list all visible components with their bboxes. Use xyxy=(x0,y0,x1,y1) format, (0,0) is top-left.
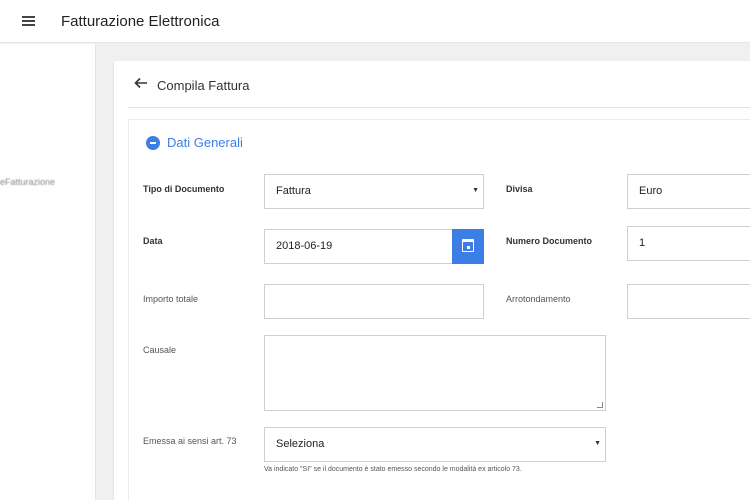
hamburger-menu-icon[interactable] xyxy=(21,13,37,29)
data-value: 2018-06-19 xyxy=(276,240,333,252)
tipo-documento-value: Fattura xyxy=(276,185,311,197)
tipo-documento-select[interactable]: Fattura ▼ xyxy=(264,174,484,209)
importo-totale-input[interactable] xyxy=(264,284,484,319)
resize-handle-icon[interactable] xyxy=(597,402,603,408)
arrotondamento-label: Arrotondamento xyxy=(506,294,571,304)
arrotondamento-input[interactable] xyxy=(627,284,750,319)
page-title: Compila Fattura xyxy=(157,78,250,93)
dropdown-caret-icon: ▼ xyxy=(594,440,601,447)
numero-documento-label: Numero Documento xyxy=(506,236,593,246)
emessa-label: Emessa ai sensi art. 73 xyxy=(143,436,237,446)
tipo-documento-label: Tipo di Documento xyxy=(143,184,225,194)
app-title: Fatturazione Elettronica xyxy=(61,13,220,30)
importo-totale-label: Importo totale xyxy=(143,294,199,304)
divisa-value: Euro xyxy=(639,185,663,197)
emessa-value: Seleziona xyxy=(276,438,325,450)
data-label: Data xyxy=(143,236,163,246)
dropdown-caret-icon: ▼ xyxy=(472,187,479,194)
collapse-circle-icon[interactable] xyxy=(146,136,160,150)
divisa-label: Divisa xyxy=(506,184,533,194)
causale-textarea[interactable] xyxy=(264,335,606,411)
emessa-hint: Va indicato "SI" se il documento è stato… xyxy=(264,466,522,473)
top-app-bar: Fatturazione Elettronica xyxy=(0,0,750,43)
section-dati-generali: Dati Generali Tipo di Documento Fattura … xyxy=(128,119,750,500)
divisa-select[interactable]: Euro xyxy=(627,174,750,209)
divider xyxy=(128,107,750,108)
data-input[interactable]: 2018-06-19 xyxy=(264,229,484,264)
sidebar: eFatturazione xyxy=(0,44,96,500)
arrow-left-icon[interactable] xyxy=(134,77,150,91)
section-title[interactable]: Dati Generali xyxy=(167,135,243,150)
causale-label: Causale xyxy=(143,345,177,355)
numero-documento-input[interactable]: 1 xyxy=(627,226,750,261)
emessa-select[interactable]: Seleziona ▼ xyxy=(264,427,606,462)
sidebar-item-efatturazione[interactable]: eFatturazione xyxy=(0,177,55,187)
calendar-icon[interactable] xyxy=(452,229,484,264)
main-card: Compila Fattura Dati Generali Tipo di Do… xyxy=(114,61,750,500)
numero-documento-value: 1 xyxy=(639,237,646,249)
